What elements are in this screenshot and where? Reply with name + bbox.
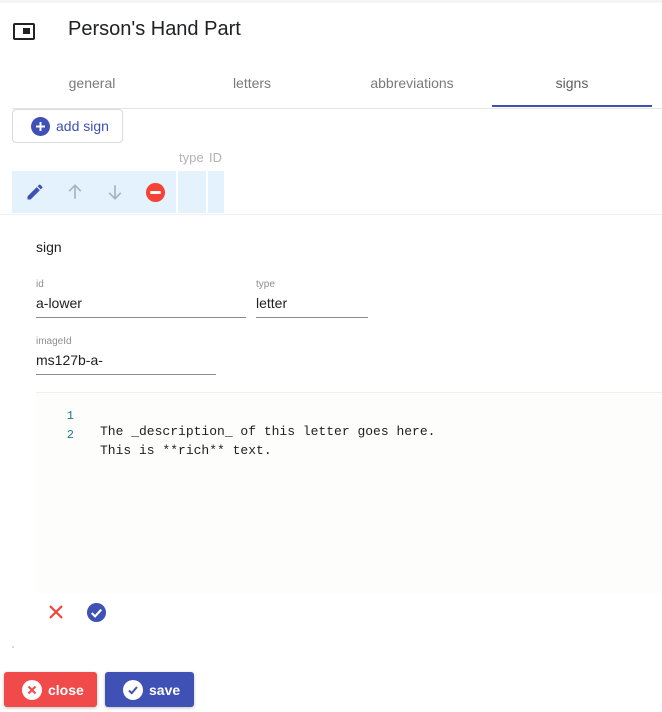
editor-line: 1 The _description_ of this letter goes … — [36, 394, 662, 439]
edit-icon[interactable] — [24, 181, 46, 203]
active-tab-indicator — [492, 105, 652, 107]
image-id-input[interactable] — [36, 352, 216, 368]
tab-general[interactable]: general — [12, 60, 172, 107]
cancel-circle-icon — [22, 679, 42, 700]
close-button[interactable]: close — [4, 672, 97, 707]
editor-line: 2 This is **rich** text. — [36, 413, 662, 458]
id-field-label: id — [36, 279, 44, 290]
add-circle-icon — [31, 116, 50, 136]
add-sign-button[interactable]: add sign — [12, 109, 123, 143]
id-input[interactable] — [36, 295, 246, 311]
tab-bar: general letters abbreviations signs — [12, 60, 662, 109]
type-field[interactable]: type — [256, 279, 368, 318]
cell-divider — [206, 171, 208, 213]
type-input[interactable] — [256, 295, 368, 311]
save-label: save — [149, 681, 181, 698]
move-down-icon[interactable] — [104, 181, 126, 203]
line-number: 2 — [66, 428, 74, 442]
separator-dot — [12, 646, 14, 648]
window-icon — [13, 23, 35, 40]
tab-abbreviations[interactable]: abbreviations — [332, 60, 492, 107]
discard-icon[interactable] — [45, 601, 67, 623]
tab-signs[interactable]: signs — [492, 60, 652, 107]
type-field-label: type — [256, 279, 275, 290]
page-title: Person's Hand Part — [68, 18, 241, 40]
remove-icon[interactable] — [144, 181, 166, 203]
cell-divider — [176, 171, 178, 213]
column-header-type: type — [179, 150, 204, 165]
check-circle-icon — [123, 679, 143, 700]
accept-icon[interactable] — [85, 601, 107, 623]
image-id-field[interactable]: imageId — [36, 336, 216, 375]
column-header-id: ID — [209, 150, 222, 165]
divider — [0, 214, 662, 215]
move-up-icon[interactable] — [64, 181, 86, 203]
id-field[interactable]: id — [36, 279, 246, 318]
line-text: This is **rich** text. — [100, 443, 272, 458]
top-divider — [0, 0, 662, 3]
description-editor[interactable]: 1 The _description_ of this letter goes … — [36, 392, 662, 593]
close-label: close — [48, 681, 84, 698]
image-id-field-label: imageId — [36, 336, 72, 347]
add-sign-label: add sign — [56, 118, 109, 134]
tab-letters[interactable]: letters — [172, 60, 332, 107]
save-button[interactable]: save — [105, 672, 194, 707]
section-title: sign — [36, 239, 62, 255]
